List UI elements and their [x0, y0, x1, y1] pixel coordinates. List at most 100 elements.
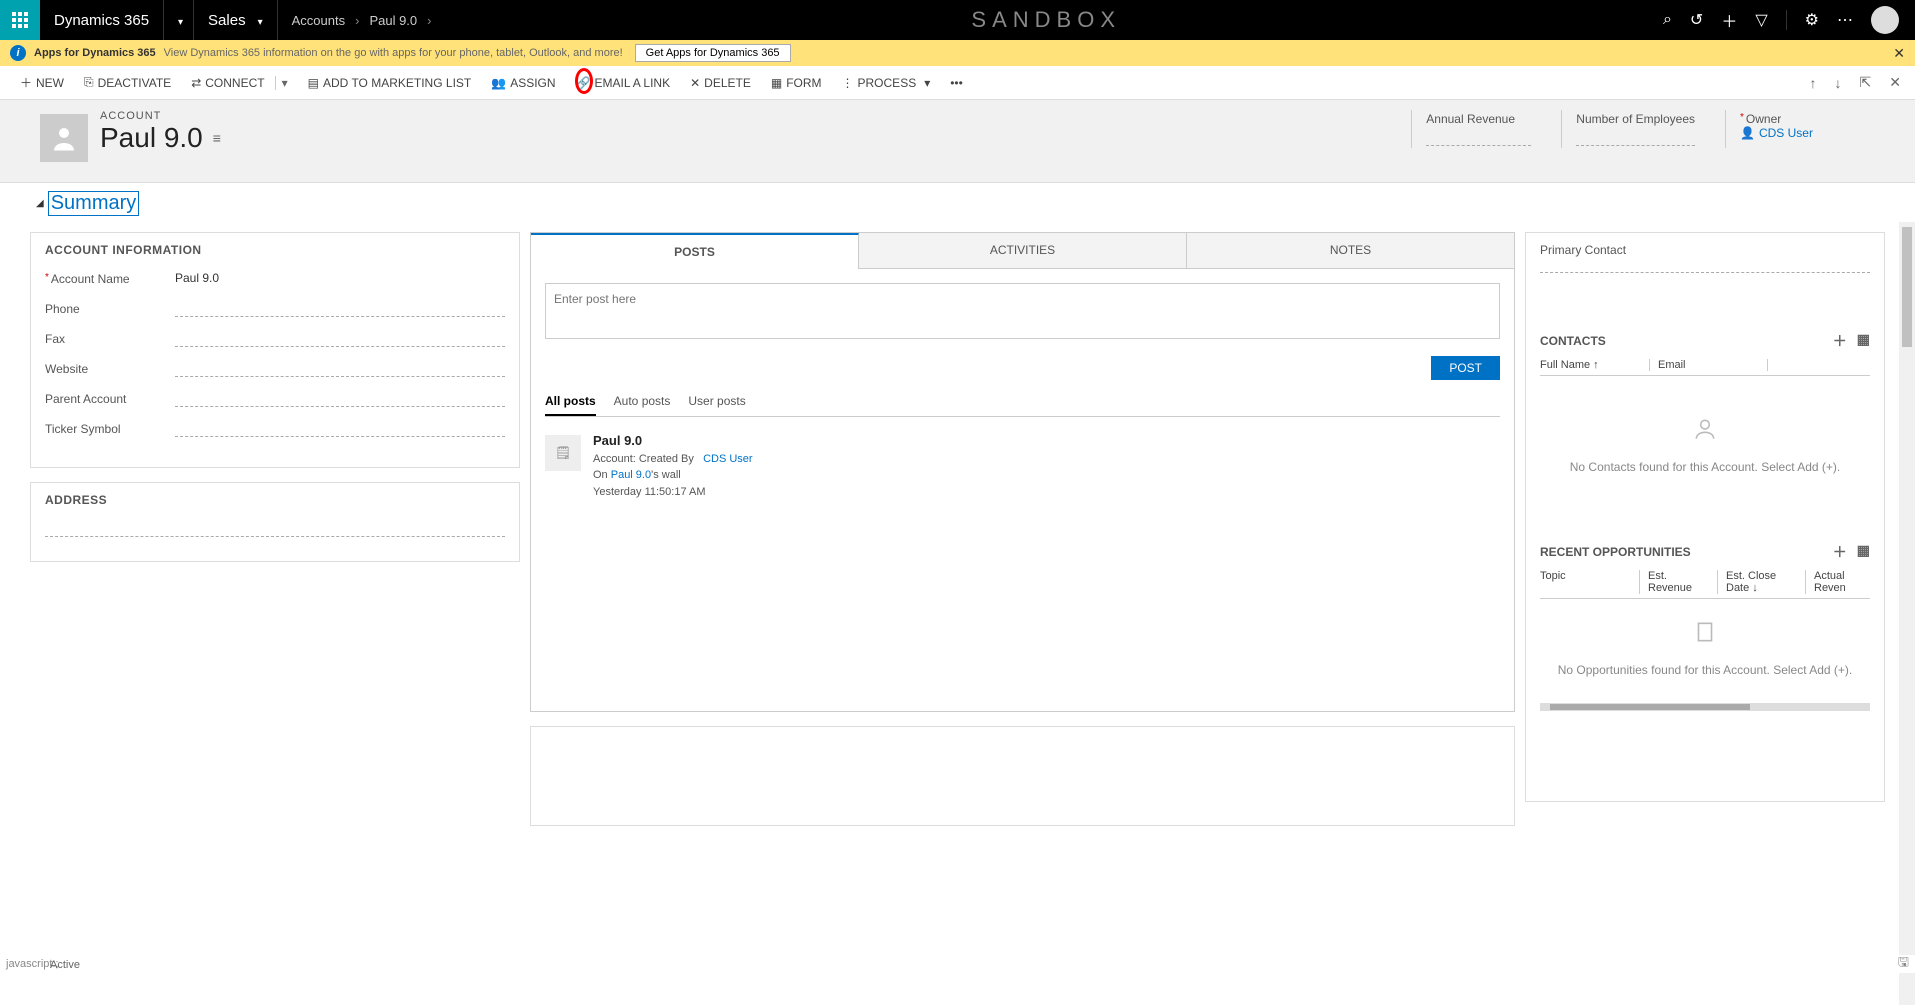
- post-title[interactable]: Paul 9.0: [593, 431, 753, 451]
- cmd-form[interactable]: ▦FORM: [761, 76, 832, 90]
- assign-icon: 👥: [491, 76, 506, 90]
- add-contact-button[interactable]: ＋: [1833, 331, 1847, 351]
- metric-label: Owner: [1740, 112, 1845, 126]
- post-record-link[interactable]: Paul 9.0: [611, 469, 651, 481]
- record-name-text: Paul 9.0: [100, 122, 203, 154]
- cmd-marketing-label: ADD TO MARKETING LIST: [323, 76, 471, 90]
- panel-empty-lower: [530, 726, 1515, 826]
- post-button[interactable]: POST: [1431, 356, 1500, 380]
- metric-owner[interactable]: Owner 👤CDS User: [1725, 110, 1875, 148]
- document-outline-icon: [1692, 619, 1718, 645]
- post-text: Account: Created By: [593, 453, 694, 465]
- col-email[interactable]: Email: [1658, 359, 1768, 371]
- filter-auto-posts[interactable]: Auto posts: [614, 394, 671, 416]
- nav-down-icon[interactable]: ↓: [1831, 75, 1846, 91]
- cmd-overflow[interactable]: •••: [940, 76, 973, 90]
- cmd-new[interactable]: ＋NEW: [10, 74, 74, 91]
- contacts-columns: Full Name ↑ Email: [1540, 359, 1870, 376]
- record-title: Paul 9.0 ≡: [100, 122, 221, 154]
- brand-dropdown[interactable]: [164, 0, 194, 40]
- app-launcher-button[interactable]: [0, 0, 40, 40]
- close-infobar-button[interactable]: ✕: [1893, 45, 1905, 62]
- entity-label: ACCOUNT: [100, 110, 221, 122]
- field-account-name[interactable]: Account Name Paul 9.0: [45, 271, 505, 287]
- cmd-email-a-link[interactable]: 🔗EMAIL A LINK: [566, 76, 681, 90]
- post-text: On: [593, 469, 611, 481]
- vertical-scrollbar[interactable]: [1899, 222, 1915, 1005]
- chevron-right-icon: ›: [355, 13, 359, 28]
- cmd-add-to-marketing-list[interactable]: ▤ ADD TO MARKETING LIST: [298, 76, 482, 90]
- tab-notes[interactable]: NOTES: [1187, 233, 1514, 269]
- metric-value: [1576, 130, 1695, 146]
- subgrid-title: RECENT OPPORTUNITIES: [1540, 545, 1691, 559]
- settings-gear-icon[interactable]: ⚙: [1805, 10, 1819, 30]
- brand-label[interactable]: Dynamics 365: [40, 0, 164, 40]
- col-fullname[interactable]: Full Name ↑: [1540, 359, 1650, 371]
- field-phone[interactable]: Phone: [45, 301, 505, 317]
- close-record-icon[interactable]: ✕: [1885, 74, 1905, 91]
- address-value[interactable]: [45, 521, 505, 537]
- record-menu-icon[interactable]: ≡: [213, 130, 221, 146]
- panel-address: ADDRESS: [30, 482, 520, 562]
- get-apps-button[interactable]: Get Apps for Dynamics 365: [635, 44, 791, 62]
- breadcrumb-record[interactable]: Paul 9.0: [369, 13, 417, 28]
- field-value: [175, 361, 505, 377]
- section-summary[interactable]: ◢ Summary: [36, 191, 1915, 216]
- add-opportunity-button[interactable]: ＋: [1833, 542, 1847, 562]
- user-avatar[interactable]: [1871, 6, 1899, 34]
- cmd-connect-dropdown[interactable]: ▾: [275, 76, 298, 90]
- field-label: Phone: [45, 302, 175, 316]
- cmd-delete-label: DELETE: [704, 76, 751, 90]
- post-input[interactable]: [545, 283, 1500, 339]
- header-metrics: Annual Revenue Number of Employees Owner…: [1411, 110, 1875, 148]
- post-text: 's wall: [651, 469, 681, 481]
- metric-num-employees[interactable]: Number of Employees: [1561, 110, 1725, 148]
- col-estrev[interactable]: Est. Revenue: [1648, 570, 1718, 594]
- horiz-scrollbar[interactable]: [1540, 703, 1870, 711]
- chevron-right-icon: ›: [427, 13, 431, 28]
- nav-up-icon[interactable]: ↑: [1806, 75, 1821, 91]
- apps-info-bar: i Apps for Dynamics 365 View Dynamics 36…: [0, 40, 1915, 66]
- field-label: Website: [45, 362, 175, 376]
- save-icon[interactable]: 🖫: [1898, 953, 1909, 975]
- cmd-delete[interactable]: ✕DELETE: [680, 76, 761, 90]
- field-parent-account[interactable]: Parent Account: [45, 391, 505, 407]
- cmd-assign-label: ASSIGN: [510, 76, 555, 90]
- recent-icon[interactable]: ↺: [1690, 10, 1703, 30]
- search-icon[interactable]: ⌕: [1663, 11, 1672, 29]
- field-website[interactable]: Website: [45, 361, 505, 377]
- post-user-link[interactable]: CDS User: [703, 453, 753, 465]
- cmd-process[interactable]: ⋮PROCESS▾: [832, 76, 941, 90]
- connect-icon: ⇄: [191, 76, 201, 90]
- field-value: [175, 301, 505, 317]
- grid-view-button[interactable]: ▦: [1857, 331, 1870, 351]
- cmd-process-label: PROCESS: [858, 76, 917, 90]
- field-fax[interactable]: Fax: [45, 331, 505, 347]
- social-tabs: POSTS ACTIVITIES NOTES: [531, 233, 1514, 269]
- metric-annual-revenue[interactable]: Annual Revenue: [1411, 110, 1561, 148]
- area-sales[interactable]: Sales: [194, 0, 278, 40]
- owner-value[interactable]: 👤CDS User: [1740, 126, 1845, 140]
- tab-posts[interactable]: POSTS: [531, 233, 859, 269]
- cmd-assign[interactable]: 👥 ASSIGN: [481, 76, 565, 90]
- list-icon: ▤: [308, 76, 319, 90]
- post-timestamp: Yesterday 11:50:17 AM: [593, 484, 753, 501]
- filter-user-posts[interactable]: User posts: [688, 394, 745, 416]
- more-icon[interactable]: ⋯: [1837, 10, 1853, 30]
- field-ticker-symbol[interactable]: Ticker Symbol: [45, 421, 505, 437]
- popout-icon[interactable]: ⇱: [1856, 74, 1876, 91]
- filter-icon[interactable]: ▽: [1755, 10, 1767, 30]
- col-actualrev[interactable]: Actual Reven: [1814, 570, 1862, 594]
- cmd-deactivate[interactable]: ⎘DEACTIVATE: [74, 75, 181, 90]
- nav-actions: ⌕ ↺ ＋ ▽ ⚙ ⋯: [1647, 0, 1915, 40]
- panel-right: Primary Contact CONTACTS ＋ ▦ Full Name ↑…: [1525, 232, 1885, 802]
- new-global-icon[interactable]: ＋: [1721, 8, 1737, 32]
- filter-all-posts[interactable]: All posts: [545, 394, 596, 416]
- grid-view-button[interactable]: ▦: [1857, 542, 1870, 562]
- primary-contact-value[interactable]: [1540, 259, 1870, 273]
- cmd-connect[interactable]: ⇄CONNECT: [181, 76, 274, 90]
- col-topic[interactable]: Topic: [1540, 570, 1640, 594]
- col-estclose[interactable]: Est. Close Date ↓: [1726, 570, 1806, 594]
- tab-activities[interactable]: ACTIVITIES: [859, 233, 1187, 269]
- breadcrumb-accounts[interactable]: Accounts: [292, 13, 345, 28]
